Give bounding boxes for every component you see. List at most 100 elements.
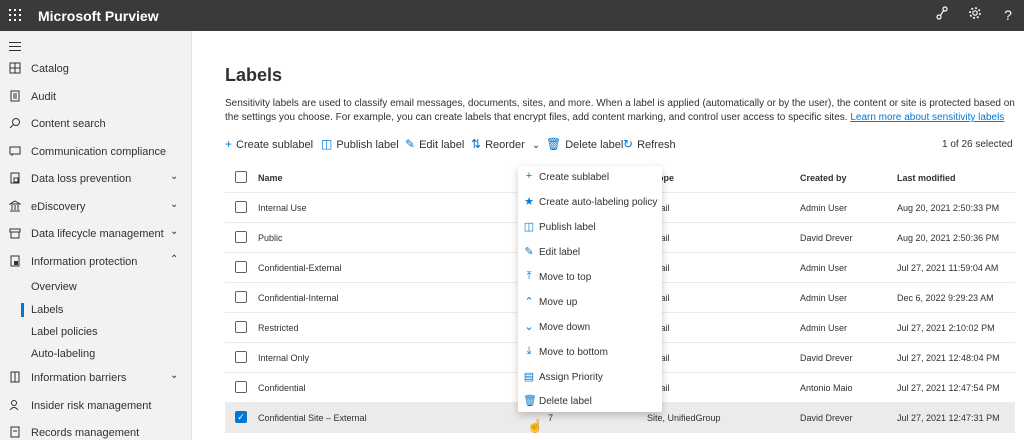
sidebar-item-label: Data loss prevention [31, 173, 132, 185]
row-checkbox[interactable] [235, 261, 247, 273]
menu-item-move-to-bottom[interactable]: ⤓ Move to bottom [518, 341, 662, 365]
label-created-by: Admin User [800, 263, 848, 273]
menu-item-edit-label[interactable]: ✎ Edit label [518, 241, 662, 265]
sidebar-item-label: Insider risk management [31, 400, 152, 412]
menu-item-move-up[interactable]: ⌃ Move up [518, 291, 662, 315]
refresh-button[interactable]: ↻ Refresh [623, 137, 676, 151]
move-top-icon: ⤒ [526, 270, 532, 282]
help-icon[interactable]: ? [999, 7, 1017, 23]
column-header-name[interactable]: Name [258, 173, 283, 183]
publish-icon: ◫ [523, 221, 535, 233]
learn-more-link[interactable]: Learn more about sensitivity labels [850, 112, 1004, 123]
chevron-up-icon[interactable]: ⌃ [170, 254, 178, 265]
sidebar-item-data-loss-prevention[interactable]: Data loss prevention ⌄ [0, 168, 191, 192]
row-checkbox[interactable] [235, 321, 247, 333]
sidebar-item-records-management[interactable]: Records management [0, 422, 191, 440]
menu-item-move-down[interactable]: ⌄ Move down [518, 316, 662, 340]
label-name[interactable]: Confidential-External [258, 263, 342, 273]
active-indicator [21, 303, 24, 317]
auto-label-icon: ★ [524, 196, 534, 208]
menu-item-label: Move to top [539, 272, 592, 283]
chevron-down-icon[interactable]: ⌄ [170, 171, 178, 182]
row-checkbox[interactable] [235, 201, 247, 213]
audit-icon [8, 90, 22, 105]
sidebar-subitem-labels[interactable]: Labels [0, 300, 191, 320]
label-name[interactable]: Confidential [258, 383, 306, 393]
sidebar-item-information-barriers[interactable]: Information barriers ⌄ [0, 367, 191, 391]
edit-label-button[interactable]: ✎ Edit label [405, 137, 464, 151]
row-checkbox[interactable] [235, 351, 247, 363]
chevron-down-icon[interactable]: ⌄ [170, 370, 178, 381]
row-checkbox[interactable] [235, 291, 247, 303]
reorder-button[interactable]: ⇅ Reorder ⌄ [471, 137, 540, 151]
refresh-icon: ↻ [623, 137, 634, 151]
label-name[interactable]: Public [258, 233, 283, 243]
menu-item-label: Publish label [539, 222, 596, 233]
sidebar-item-audit[interactable]: Audit [0, 86, 191, 110]
button-label: Create sublabel [236, 139, 314, 151]
label-name[interactable]: Restricted [258, 323, 299, 333]
label-last-modified: Aug 20, 2021 2:50:33 PM [897, 203, 1000, 213]
label-last-modified: Jul 27, 2021 12:48:04 PM [897, 353, 1000, 363]
sidebar-item-information-protection[interactable]: Information protection ⌃ [0, 251, 191, 275]
label-priority: 7 [548, 413, 554, 423]
label-name[interactable]: Internal Use [258, 203, 307, 213]
row-checkbox[interactable] [235, 381, 247, 393]
sidebar-item-ediscovery[interactable]: eDiscovery ⌄ [0, 196, 191, 220]
label-last-modified: Jul 27, 2021 2:10:02 PM [897, 323, 995, 333]
button-label: Delete label [565, 139, 624, 151]
chevron-down-icon[interactable]: ⌄ [170, 226, 178, 237]
menu-item-assign-priority[interactable]: ▤ Assign Priority [518, 366, 662, 390]
plus-icon: + [225, 137, 233, 151]
menu-item-move-to-top[interactable]: ⤒ Move to top [518, 266, 662, 290]
select-all-checkbox[interactable] [235, 171, 247, 183]
app-launcher-icon[interactable] [9, 9, 21, 21]
row-checkbox[interactable] [235, 231, 247, 243]
sidebar-item-data-lifecycle-management[interactable]: Data lifecycle management ⌄ [0, 223, 191, 247]
archive-icon [8, 227, 22, 242]
sidebar-subitem-label-policies[interactable]: Label policies [0, 322, 191, 342]
delete-label-button[interactable]: 🗑 Delete label [546, 137, 623, 151]
page-description: Sensitivity labels are used to classify … [225, 97, 1015, 125]
menu-item-create-auto-labeling-policy[interactable]: ★ Create auto-labeling policy [518, 191, 662, 215]
hamburger-menu-icon[interactable] [9, 42, 21, 54]
menu-item-create-sublabel[interactable]: + Create sublabel [518, 166, 662, 190]
sidebar-item-label: Audit [31, 91, 57, 103]
mouse-pointer-icon: ☝ [527, 418, 544, 433]
trash-icon: 🗑 [546, 137, 562, 151]
sidebar-item-insider-risk-management[interactable]: Insider risk management [0, 395, 191, 419]
sidebar-item-label: Communication compliance [31, 146, 167, 158]
app-title[interactable]: Microsoft Purview [38, 8, 159, 24]
publish-icon: ◫ [321, 137, 333, 151]
share-icon[interactable] [933, 6, 951, 23]
sidebar-item-label: Content search [31, 118, 106, 130]
chevron-down-icon[interactable]: ⌄ [170, 199, 178, 210]
label-name[interactable]: Confidential Site – External [258, 413, 367, 423]
menu-item-publish-label[interactable]: ◫ Publish label [518, 216, 662, 240]
sidebar-item-label: eDiscovery [31, 201, 86, 213]
menu-item-label: Assign Priority [539, 372, 603, 383]
button-label: Refresh [637, 139, 676, 151]
sidebar-item-catalog[interactable]: Catalog [0, 58, 191, 82]
gear-icon[interactable] [966, 6, 984, 23]
create-sublabel-button[interactable]: + Create sublabel [225, 137, 313, 151]
page-title: Labels [225, 65, 283, 85]
pencil-icon: ✎ [524, 246, 534, 258]
column-header-last-modified[interactable]: Last modified [897, 173, 956, 183]
sidebar-item-label: Records management [31, 427, 140, 439]
label-last-modified: Jul 27, 2021 12:47:54 PM [897, 383, 1000, 393]
label-name[interactable]: Internal Only [258, 353, 309, 363]
label-last-modified: Aug 20, 2021 2:50:36 PM [897, 233, 1000, 243]
row-checkbox-checked[interactable]: ✓ [235, 411, 247, 423]
label-name[interactable]: Confidential-Internal [258, 293, 339, 303]
sidebar-subitem-label: Label policies [31, 326, 98, 338]
column-header-created-by[interactable]: Created by [800, 173, 847, 183]
sidebar-subitem-auto-labeling[interactable]: Auto-labeling [0, 344, 191, 364]
sidebar-item-content-search[interactable]: Content search [0, 113, 191, 137]
records-icon [8, 426, 22, 440]
menu-item-delete-label[interactable]: 🗑 Delete label [518, 390, 662, 414]
label-created-by: David Drever [800, 233, 853, 243]
sidebar-item-communication-compliance[interactable]: Communication compliance [0, 141, 191, 165]
publish-label-button[interactable]: ◫ Publish label [321, 137, 399, 151]
sidebar-subitem-overview[interactable]: Overview [0, 277, 191, 297]
